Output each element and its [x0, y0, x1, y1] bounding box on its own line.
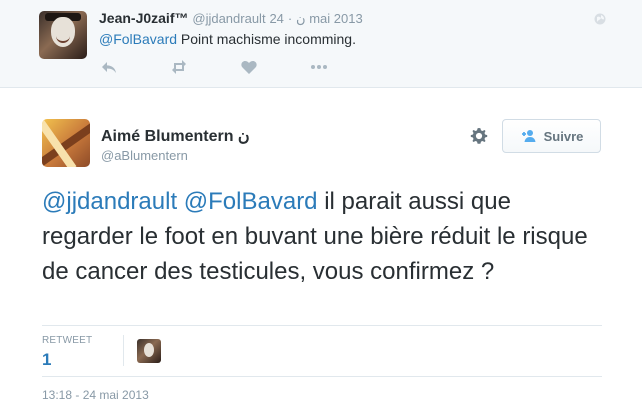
more-icon[interactable] [310, 58, 328, 76]
parent-avatar[interactable] [39, 11, 87, 59]
parent-tweet-text: @FolBavard Point machisme incomming. [99, 31, 356, 47]
reply-icon[interactable] [100, 58, 118, 76]
globe-icon [594, 13, 606, 25]
main-tweet-timestamp[interactable]: 13:18 - 24 mai 2013 [42, 388, 149, 402]
main-author-name-line: Aimé Blumentern ن [101, 126, 250, 146]
mention-jjdandrault-link[interactable]: @jjdandrault [42, 188, 177, 215]
like-icon[interactable] [240, 58, 258, 76]
main-author-badge: ن [237, 128, 250, 145]
parent-date-separator: · [287, 11, 293, 26]
gear-icon[interactable] [469, 126, 489, 146]
parent-tweet-date[interactable]: 24 mai 2013 [269, 11, 362, 26]
parent-tweet-actions [100, 58, 328, 76]
retweet-count[interactable]: 1 [42, 350, 51, 370]
stats-bottom-divider [42, 376, 602, 377]
main-author-name[interactable]: Aimé Blumentern [101, 128, 233, 145]
main-tweet-text: @jjdandrault @FolBavard il parait aussi … [42, 184, 602, 289]
retweet-icon[interactable] [170, 58, 188, 76]
follow-button-label: Suivre [543, 128, 584, 144]
parent-tweet-body: Point machisme incomming. [177, 31, 356, 47]
follow-user-icon [521, 130, 536, 142]
stats-vertical-divider [123, 335, 124, 366]
retweeter-avatar-face [144, 343, 154, 357]
main-author-avatar[interactable] [42, 119, 90, 167]
retweet-label: RETWEET [42, 335, 93, 346]
parent-author-badge: ن [296, 11, 306, 26]
parent-mention-link[interactable]: @FolBavard [99, 31, 177, 47]
follow-button[interactable]: Suivre [502, 119, 601, 153]
retweeter-avatar[interactable] [137, 339, 161, 363]
mention-folbavard-link[interactable]: @FolBavard [184, 188, 318, 215]
stats-top-divider [42, 325, 602, 326]
parent-author-name[interactable]: Jean-J0zaif™ [99, 10, 188, 26]
main-author-handle[interactable]: @aBlumentern [101, 148, 188, 163]
parent-tweet: Jean-J0zaif™ @jjdandrault ن · 24 mai 201… [0, 0, 642, 88]
parent-tweet-header: Jean-J0zaif™ @jjdandrault ن · 24 mai 201… [99, 10, 363, 27]
parent-author-handle[interactable]: @jjdandrault [192, 11, 265, 26]
